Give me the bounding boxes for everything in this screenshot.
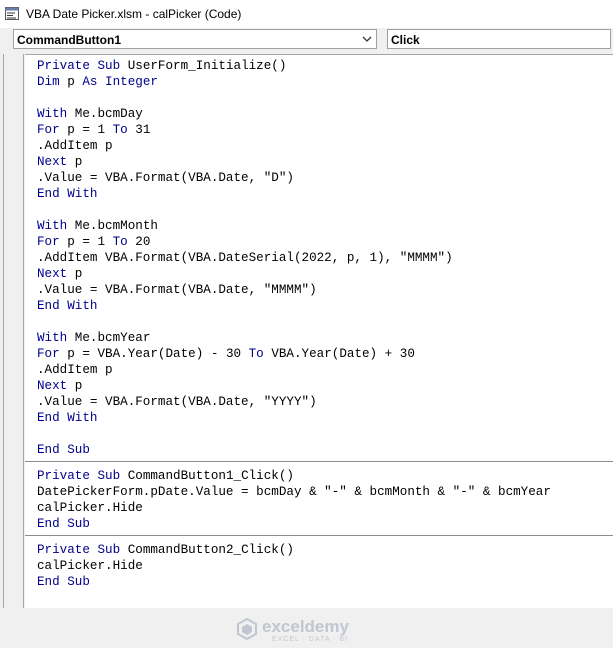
code-line[interactable]: Private Sub CommandButton2_Click()	[37, 542, 294, 558]
code-text: p	[67, 75, 83, 89]
code-keyword: For	[37, 347, 68, 361]
code-line[interactable]: calPicker.Hide	[37, 558, 143, 574]
code-line[interactable]: End Sub	[37, 442, 90, 458]
code-text: .AddItem VBA.Format(VBA.DateSerial(2022,…	[37, 251, 453, 265]
code-text: p	[74, 379, 83, 393]
code-keyword: With	[37, 219, 75, 233]
code-keyword: Private Sub	[37, 543, 128, 557]
code-line[interactable]: End With	[37, 410, 97, 426]
code-text: p = 1	[67, 235, 113, 249]
procedure-separator	[25, 535, 613, 536]
code-text: VBA.Year(Date) + 30	[271, 347, 415, 361]
code-keyword: With	[37, 331, 75, 345]
code-text: p	[74, 155, 83, 169]
code-line[interactable]: For p = 1 To 20	[37, 234, 150, 250]
code-keyword: To	[112, 123, 136, 137]
code-text: .AddItem p	[37, 363, 113, 377]
code-line[interactable]: DatePickerForm.pDate.Value = bcmDay & "-…	[37, 484, 551, 500]
object-combo-value: CommandButton1	[17, 33, 121, 47]
code-keyword: Dim	[37, 75, 68, 89]
code-line[interactable]: Next p	[37, 266, 82, 282]
watermark-name: exceldemy	[262, 617, 349, 636]
code-text: Me.bcmMonth	[74, 219, 158, 233]
code-keyword: To	[112, 235, 136, 249]
code-line[interactable]: Next p	[37, 378, 82, 394]
code-text: DatePickerForm.pDate.Value = bcmDay & "-…	[37, 485, 551, 499]
code-keyword: End Sub	[37, 575, 90, 589]
code-keyword: Private Sub	[37, 59, 128, 73]
code-pane[interactable]: Private Sub UserForm_Initialize() Dim p A…	[25, 54, 613, 608]
code-text: .Value = VBA.Format(VBA.Date, "D")	[37, 171, 294, 185]
code-line[interactable]: Private Sub CommandButton1_Click()	[37, 468, 294, 484]
code-text: UserForm_Initialize()	[127, 59, 287, 73]
code-keyword: Next	[37, 155, 75, 169]
code-keyword: End Sub	[37, 517, 90, 531]
code-line[interactable]: End With	[37, 298, 97, 314]
watermark-tagline: EXCEL · DATA · BI	[272, 636, 348, 643]
code-keyword: End With	[37, 411, 98, 425]
code-text: Me.bcmYear	[74, 331, 151, 345]
code-keyword: End Sub	[37, 443, 90, 457]
code-text: calPicker.Hide	[37, 501, 143, 515]
code-keyword: As Integer	[82, 75, 158, 89]
code-line[interactable]: For p = VBA.Year(Date) - 30 To VBA.Year(…	[37, 346, 415, 362]
procedure-separator	[25, 461, 613, 462]
code-keyword: End With	[37, 187, 98, 201]
code-window-icon	[5, 7, 19, 20]
window-title: VBA Date Picker.xlsm - calPicker (Code)	[26, 7, 242, 21]
code-line[interactable]: .AddItem p	[37, 362, 113, 378]
margin-indicator-bar[interactable]	[3, 54, 24, 608]
code-editor: Private Sub UserForm_Initialize() Dim p A…	[0, 54, 613, 643]
code-text: p = VBA.Year(Date) - 30	[67, 347, 249, 361]
code-line[interactable]: With Me.bcmDay	[37, 106, 143, 122]
code-line[interactable]: With Me.bcmMonth	[37, 218, 158, 234]
code-keyword: To	[248, 347, 272, 361]
code-line[interactable]: .Value = VBA.Format(VBA.Date, "D")	[37, 170, 294, 186]
code-text: calPicker.Hide	[37, 559, 143, 573]
code-keyword: For	[37, 123, 68, 137]
exceldemy-logo-icon	[237, 618, 257, 640]
code-text: .Value = VBA.Format(VBA.Date, "MMMM")	[37, 283, 317, 297]
code-text: 31	[135, 123, 151, 137]
code-text: .AddItem p	[37, 139, 113, 153]
procedure-combo[interactable]: Click	[387, 29, 611, 49]
code-text: 20	[135, 235, 151, 249]
code-line[interactable]: End Sub	[37, 516, 90, 532]
code-keyword: Private Sub	[37, 469, 128, 483]
code-text: p = 1	[67, 123, 113, 137]
code-text: .Value = VBA.Format(VBA.Date, "YYYY")	[37, 395, 317, 409]
chevron-down-icon[interactable]	[360, 32, 374, 46]
code-line[interactable]: calPicker.Hide	[37, 500, 143, 516]
code-line[interactable]: End With	[37, 186, 97, 202]
code-line[interactable]: For p = 1 To 31	[37, 122, 150, 138]
code-line[interactable]: .Value = VBA.Format(VBA.Date, "MMMM")	[37, 282, 317, 298]
code-keyword: Next	[37, 267, 75, 281]
code-keyword: For	[37, 235, 68, 249]
object-combo[interactable]: CommandButton1	[13, 29, 377, 49]
watermark: exceldemy EXCEL · DATA · BI	[236, 614, 386, 648]
title-bar: VBA Date Picker.xlsm - calPicker (Code)	[0, 0, 613, 29]
code-line[interactable]: .Value = VBA.Format(VBA.Date, "YYYY")	[37, 394, 317, 410]
code-text: CommandButton1_Click()	[127, 469, 294, 483]
code-keyword: Next	[37, 379, 75, 393]
code-line[interactable]: Private Sub UserForm_Initialize()	[37, 58, 286, 74]
code-line[interactable]: Next p	[37, 154, 82, 170]
code-text: Me.bcmDay	[74, 107, 143, 121]
code-text: p	[74, 267, 83, 281]
code-line[interactable]: Dim p As Integer	[37, 74, 158, 90]
code-line[interactable]: .AddItem VBA.Format(VBA.DateSerial(2022,…	[37, 250, 453, 266]
code-line[interactable]: With Me.bcmYear	[37, 330, 150, 346]
code-line[interactable]: .AddItem p	[37, 138, 113, 154]
code-line[interactable]: End Sub	[37, 574, 90, 590]
code-keyword: End With	[37, 299, 98, 313]
code-text: CommandButton2_Click()	[127, 543, 294, 557]
procedure-combo-value: Click	[391, 33, 420, 47]
code-keyword: With	[37, 107, 75, 121]
code-toolbar: CommandButton1 Click	[0, 28, 613, 54]
